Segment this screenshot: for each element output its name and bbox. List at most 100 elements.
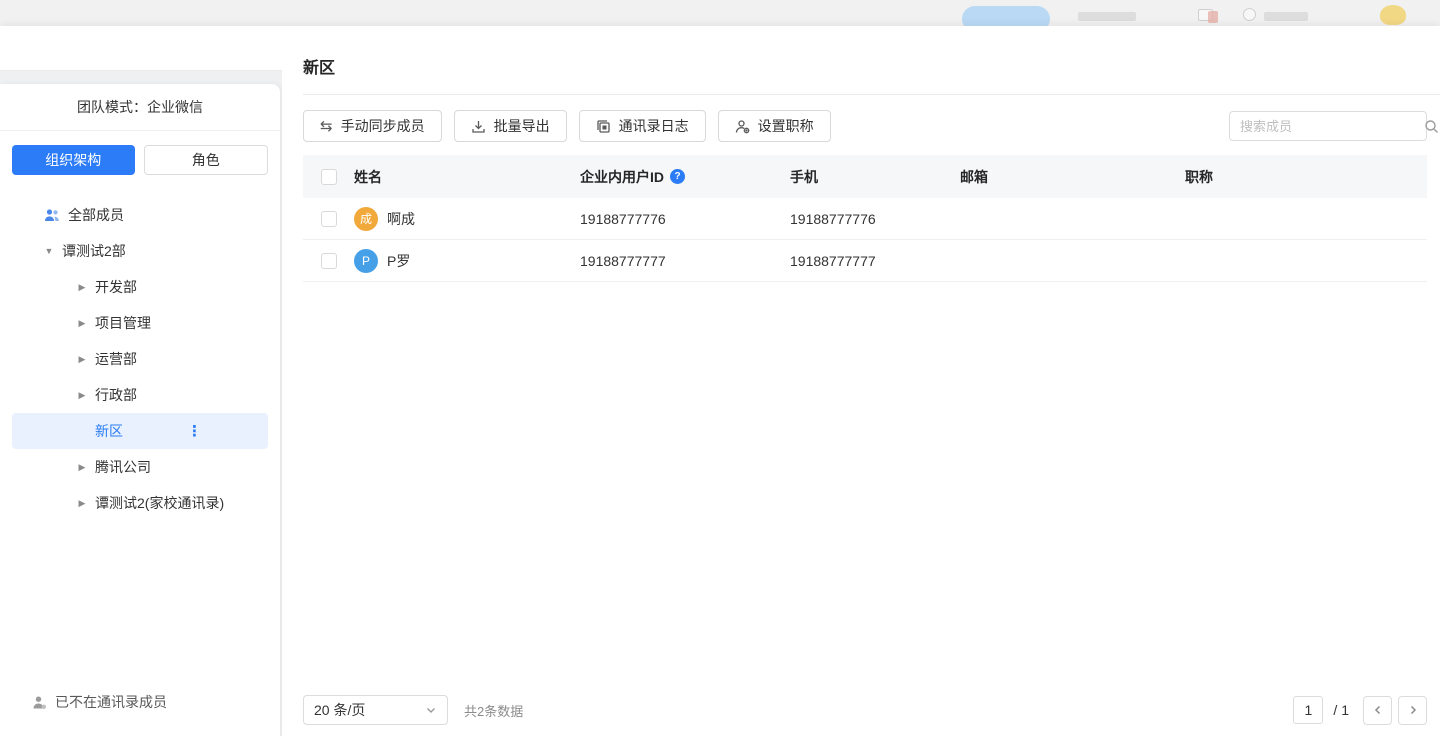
background-text-blur (1264, 12, 1308, 21)
members-table: 姓名 企业内用户ID ? 手机 邮箱 职称 成 啊成 19188777776 1… (303, 155, 1427, 282)
column-header-user-id: 企业内用户ID ? (580, 167, 790, 187)
person-settings-icon (735, 119, 750, 134)
person-remove-icon (32, 695, 47, 710)
org-tree: 全部成员 ▼ 谭测试2部 ▶ 开发部 ▶ 项目管理 ▶ 运营部 ▶ 行政部 (0, 197, 280, 521)
page-title: 新区 (303, 54, 335, 78)
tree-item-dept[interactable]: ▶ 项目管理 (12, 305, 268, 341)
total-count-label: 共2条数据 (464, 701, 523, 720)
member-phone-cell: 19188777777 (790, 253, 960, 269)
tree-item-label: 运营部 (95, 349, 137, 369)
member-id-cell: 19188777777 (580, 253, 790, 269)
column-header-label: 企业内用户ID (580, 167, 664, 187)
main-panel: 新区 ⇆ 手动同步成员 批量导出 通讯录日志 设置职称 (282, 26, 1440, 736)
chevron-down-icon (425, 704, 437, 716)
chevron-left-icon (1372, 704, 1384, 716)
member-id-cell: 19188777776 (580, 211, 790, 227)
tree-item-dept[interactable]: ▼ 谭测试2部 (12, 233, 268, 269)
tree-item-label: 新区 (95, 421, 123, 441)
sidebar-segment-buttons: 组织架构 角色 (0, 131, 280, 183)
avatar: P (354, 249, 378, 273)
sync-icon: ⇆ (320, 117, 333, 135)
caret-right-icon[interactable]: ▶ (75, 318, 89, 329)
background-flower-icon (1380, 5, 1406, 25)
next-page-button[interactable] (1398, 696, 1427, 725)
row-checkbox[interactable] (321, 211, 337, 227)
previous-page-button[interactable] (1363, 696, 1392, 725)
caret-down-icon[interactable]: ▼ (42, 246, 56, 256)
manual-sync-button[interactable]: ⇆ 手动同步成员 (303, 110, 442, 142)
search-box (1229, 111, 1427, 141)
table-row[interactable]: P P罗 19188777777 19188777777 (303, 240, 1427, 282)
more-vertical-icon[interactable]: ⋮ (187, 422, 203, 440)
select-all-cell (303, 169, 354, 185)
table-header-row: 姓名 企业内用户ID ? 手机 邮箱 职称 (303, 155, 1427, 198)
caret-right-icon[interactable]: ▶ (75, 354, 89, 365)
page-total-label: / 1 (1333, 702, 1349, 718)
column-header-job-title: 职称 (1185, 167, 1427, 187)
tree-item-dept-selected[interactable]: 新区 ⋮ (12, 413, 268, 449)
caret-right-icon[interactable]: ▶ (75, 498, 89, 509)
toolbar: ⇆ 手动同步成员 批量导出 通讯录日志 设置职称 (303, 110, 831, 142)
button-label: 设置职称 (758, 116, 814, 136)
table-row[interactable]: 成 啊成 19188777776 19188777776 (303, 198, 1427, 240)
tree-item-dept[interactable]: ▶ 开发部 (12, 269, 268, 305)
page-navigation: / 1 (1293, 696, 1427, 725)
help-icon[interactable]: ? (670, 169, 685, 184)
contacts-modal: 成员 管理员 外部联系人 ✕ 团队模式：企业微信 组织架构 角色 全部成员 ▼ … (0, 26, 1440, 736)
tree-item-dept[interactable]: ▶ 谭测试2(家校通讯录) (12, 485, 268, 521)
sidebar: 团队模式：企业微信 组织架构 角色 全部成员 ▼ 谭测试2部 ▶ 开发部 ▶ 项… (0, 84, 280, 736)
tree-item-label: 谭测试2(家校通讯录) (95, 493, 224, 513)
tree-item-dept[interactable]: ▶ 运营部 (12, 341, 268, 377)
sidebar-item-former-members[interactable]: 已不在通讯录成员 (0, 692, 280, 712)
tree-item-dept[interactable]: ▶ 行政部 (12, 377, 268, 413)
background-person-icon (1208, 11, 1218, 23)
tree-item-label: 行政部 (95, 385, 137, 405)
column-header-email: 邮箱 (960, 167, 1185, 187)
tree-item-all-members[interactable]: 全部成员 (12, 197, 268, 233)
caret-right-icon[interactable]: ▶ (75, 462, 89, 473)
button-label: 通讯录日志 (619, 116, 689, 136)
tree-item-label: 项目管理 (95, 313, 151, 333)
chevron-right-icon (1407, 704, 1419, 716)
log-icon (596, 119, 611, 134)
role-button[interactable]: 角色 (144, 145, 269, 175)
set-job-title-button[interactable]: 设置职称 (718, 110, 831, 142)
column-header-name: 姓名 (354, 167, 580, 187)
background-page-strip (0, 0, 1440, 26)
member-name-cell: P P罗 (354, 249, 580, 273)
team-mode-label: 团队模式：企业微信 (0, 84, 280, 131)
background-text-blur (1078, 12, 1136, 21)
sidebar-footer-label: 已不在通讯录成员 (55, 692, 167, 712)
tree-item-label: 谭测试2部 (62, 241, 126, 261)
caret-right-icon[interactable]: ▶ (75, 390, 89, 401)
people-icon (44, 208, 60, 222)
search-input[interactable] (1230, 119, 1424, 134)
contacts-log-button[interactable]: 通讯录日志 (579, 110, 706, 142)
download-icon (471, 119, 486, 134)
column-header-phone: 手机 (790, 167, 960, 187)
batch-export-button[interactable]: 批量导出 (454, 110, 567, 142)
button-label: 批量导出 (494, 116, 550, 136)
select-all-checkbox[interactable] (321, 169, 337, 185)
background-help-icon (1243, 8, 1256, 21)
page-number-input[interactable] (1293, 696, 1323, 724)
page-size-value: 20 条/页 (314, 700, 365, 720)
row-checkbox[interactable] (321, 253, 337, 269)
member-phone-cell: 19188777776 (790, 211, 960, 227)
divider (303, 94, 1440, 95)
tree-item-label: 全部成员 (68, 205, 124, 225)
member-name: P罗 (387, 251, 410, 271)
row-select-cell (303, 211, 354, 227)
search-icon[interactable] (1424, 119, 1439, 134)
page-size-select[interactable]: 20 条/页 (303, 695, 448, 725)
button-label: 手动同步成员 (341, 116, 425, 136)
member-name: 啊成 (387, 209, 415, 229)
member-name-cell: 成 啊成 (354, 207, 580, 231)
org-structure-button[interactable]: 组织架构 (12, 145, 135, 175)
row-select-cell (303, 253, 354, 269)
tree-item-dept[interactable]: ▶ 腾讯公司 (12, 449, 268, 485)
avatar: 成 (354, 207, 378, 231)
caret-right-icon[interactable]: ▶ (75, 282, 89, 293)
pagination-bar: 20 条/页 共2条数据 / 1 (303, 694, 1427, 726)
tree-item-label: 腾讯公司 (95, 457, 151, 477)
